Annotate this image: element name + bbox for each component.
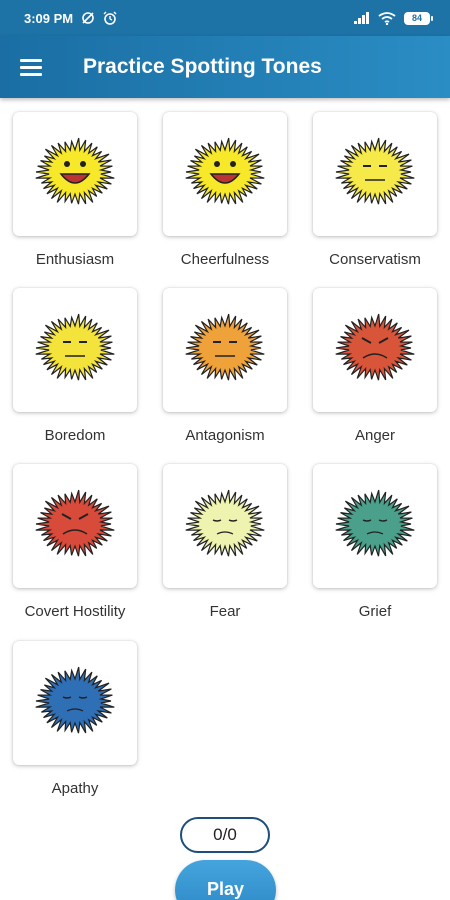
alarm-icon	[103, 11, 117, 25]
wifi-icon	[378, 11, 396, 25]
tone-card[interactable]	[163, 288, 287, 412]
page-title: Practice Spotting Tones	[83, 55, 322, 78]
conservatism-creature-icon	[315, 122, 435, 227]
tone-card[interactable]	[313, 464, 437, 588]
cheerfulness-creature-icon	[165, 122, 285, 227]
status-bar: 3:09 PM 84	[0, 0, 450, 36]
tone-tile[interactable]: Enthusiasm	[0, 98, 150, 274]
anger-creature-icon	[315, 298, 435, 403]
tone-label: Grief	[358, 603, 392, 620]
tone-tile[interactable]: Fear	[150, 450, 300, 626]
app-bar: Practice Spotting Tones	[0, 36, 450, 98]
tone-label: Boredom	[44, 427, 106, 444]
tone-tile[interactable]: Grief	[300, 450, 450, 626]
covert-hostility-creature-icon	[15, 474, 135, 579]
tone-tile[interactable]: Apathy	[0, 627, 150, 803]
menu-icon[interactable]	[20, 54, 46, 80]
tone-tile[interactable]: Covert Hostility	[0, 450, 150, 626]
tone-tile[interactable]: Antagonism	[150, 274, 300, 450]
tone-label: Conservatism	[329, 251, 421, 268]
sync-off-icon	[81, 11, 95, 25]
cellular-signal-icon	[354, 12, 370, 24]
tone-card[interactable]	[163, 464, 287, 588]
tone-card[interactable]	[13, 112, 137, 236]
battery-icon: 84	[404, 11, 433, 25]
tone-label: Apathy	[51, 780, 99, 797]
apathy-creature-icon	[15, 651, 135, 756]
enthusiasm-creature-icon	[15, 122, 135, 227]
tone-card[interactable]	[313, 112, 437, 236]
play-button-label: Play	[206, 879, 245, 899]
fear-creature-icon	[165, 474, 285, 579]
tone-label: Anger	[354, 427, 396, 444]
tone-card[interactable]	[13, 288, 137, 412]
boredom-creature-icon	[15, 298, 135, 403]
play-button[interactable]: Play	[175, 860, 276, 900]
status-time: 3:09 PM	[24, 10, 74, 26]
tone-label: Fear	[209, 603, 241, 620]
tone-card[interactable]	[13, 641, 137, 765]
antagonism-creature-icon	[165, 298, 285, 403]
battery-level: 84	[411, 13, 422, 23]
grief-creature-icon	[315, 474, 435, 579]
score-counter: 0/0	[180, 817, 270, 853]
tone-card[interactable]	[313, 288, 437, 412]
tone-card[interactable]	[13, 464, 137, 588]
tone-label: Enthusiasm	[35, 251, 115, 268]
tone-label: Cheerfulness	[180, 251, 270, 268]
tone-label: Antagonism	[185, 427, 265, 444]
tone-card[interactable]	[163, 112, 287, 236]
tone-tile[interactable]: Anger	[300, 274, 450, 450]
tone-tile[interactable]: Conservatism	[300, 98, 450, 274]
tone-tile[interactable]: Boredom	[0, 274, 150, 450]
tone-label: Covert Hostility	[24, 603, 126, 620]
tone-tile[interactable]: Cheerfulness	[150, 98, 300, 274]
